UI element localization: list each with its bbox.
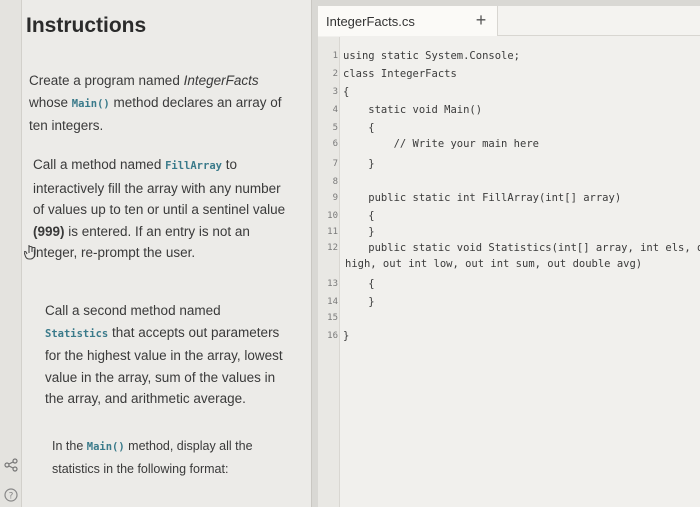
text: In the — [52, 439, 87, 453]
add-file-button[interactable]: + — [470, 9, 492, 31]
line-number: 5 — [332, 123, 338, 133]
code-line[interactable]: } — [343, 330, 349, 342]
line-number: 9 — [332, 193, 338, 203]
line-number: 2 — [332, 69, 338, 79]
code-statistics: Statistics — [45, 327, 109, 340]
pointer-hand-icon — [24, 245, 36, 260]
line-number-gutter: 1 2 3 4 5 6 7 8 9 10 11 12 13 14 15 16 — [318, 37, 340, 507]
line-number: 14 — [327, 297, 338, 307]
code-line[interactable]: // Write your main here — [343, 138, 539, 150]
code-line[interactable]: using static System.Console; — [343, 50, 520, 62]
line-number: 15 — [327, 313, 338, 323]
code-line[interactable]: } — [343, 158, 374, 170]
code-line[interactable]: static void Main() — [343, 104, 482, 116]
line-number: 13 — [327, 279, 338, 289]
help-icon[interactable]: ? — [4, 488, 18, 502]
code-main: Main() — [86, 441, 125, 453]
program-name: IntegerFacts — [183, 73, 259, 88]
line-number: 4 — [332, 105, 338, 115]
code-line[interactable]: } — [343, 226, 374, 238]
line-number: 1 — [332, 51, 338, 61]
code-fillarray: FillArray — [165, 160, 222, 172]
code-main: Main() — [71, 97, 110, 110]
instruction-paragraph-2: Call a method named FillArray to interac… — [33, 154, 291, 264]
code-line[interactable]: { — [343, 86, 349, 98]
line-number: 16 — [327, 331, 338, 341]
line-number: 7 — [332, 159, 338, 169]
share-icon[interactable] — [4, 458, 18, 472]
instructions-title: Instructions — [26, 14, 147, 37]
file-tab-label: IntegerFacts.cs — [326, 14, 415, 29]
text: Call a method named — [33, 157, 166, 172]
svg-text:?: ? — [9, 492, 14, 502]
code-line[interactable]: public static void Statistics(int[] arra… — [343, 242, 700, 254]
text: Call a second method named — [45, 303, 221, 318]
code-line[interactable]: { — [343, 210, 374, 222]
left-rail: ? — [0, 0, 22, 507]
code-line[interactable]: { — [343, 278, 374, 290]
instruction-paragraph-3: Call a second method named Statistics th… — [45, 300, 295, 410]
code-editor[interactable]: IntegerFacts.cs + 1 2 3 4 5 6 7 8 9 10 11 12 13 14 15 1… — [318, 6, 700, 507]
line-number: 11 — [327, 227, 338, 237]
text: is entered. If an entry is not an intege… — [33, 223, 250, 261]
code-line[interactable]: } — [343, 296, 374, 308]
instruction-paragraph-4: In the Main() method, display all the st… — [52, 436, 292, 480]
instruction-paragraph-1: Create a program named IntegerFacts whos… — [29, 70, 289, 137]
line-number: 3 — [332, 87, 338, 97]
file-tab[interactable]: IntegerFacts.cs + — [318, 6, 498, 36]
line-number: 6 — [332, 139, 338, 149]
text: whose — [29, 94, 72, 110]
code-line[interactable]: { — [343, 122, 374, 134]
text: Create a program named — [29, 73, 184, 88]
code-line[interactable]: public static int FillArray(int[] array) — [343, 192, 621, 204]
code-line[interactable]: class IntegerFacts — [343, 68, 457, 80]
line-number: 10 — [327, 211, 338, 221]
line-number: 12 — [327, 243, 338, 253]
sentinel-value: (999) — [33, 223, 65, 239]
instructions-panel: ? Instructions Create a program named In… — [0, 0, 312, 507]
code-line[interactable]: high, out int low, out int sum, out doub… — [345, 258, 642, 270]
line-number: 8 — [332, 177, 338, 187]
editor-tab-bar: IntegerFacts.cs + — [318, 6, 700, 36]
